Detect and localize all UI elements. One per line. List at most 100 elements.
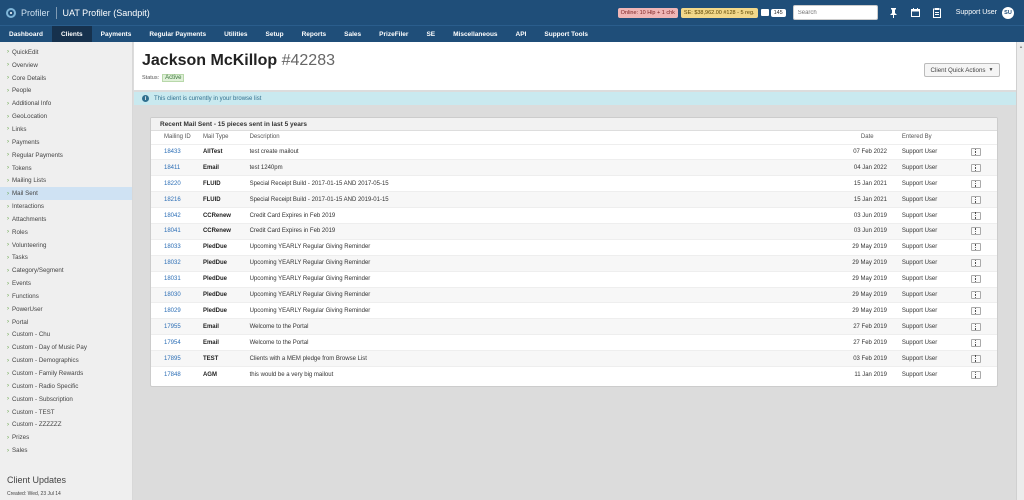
nav-se[interactable]: SE xyxy=(417,26,444,42)
col-mailing-id[interactable]: Mailing ID xyxy=(151,131,203,144)
mailing-id-link[interactable]: 18031 xyxy=(151,270,203,288)
sidebar-item-quickedit[interactable]: › QuickEdit xyxy=(0,46,132,59)
pin-icon[interactable] xyxy=(888,7,899,18)
brand-name[interactable]: Profiler xyxy=(21,8,50,18)
more-vertical-icon[interactable] xyxy=(970,306,981,315)
col-entered-by[interactable]: Entered By xyxy=(892,131,957,144)
sidebar-item-volunteering[interactable]: › Volunteering xyxy=(0,239,132,252)
page-scrollbar[interactable]: ▲ xyxy=(1016,42,1024,500)
more-vertical-icon[interactable] xyxy=(970,147,981,156)
mail-type: Email xyxy=(202,159,250,176)
chevron-right-icon: › xyxy=(7,254,9,261)
sidebar-item-custom-test[interactable]: › Custom - TEST xyxy=(0,406,132,419)
browse-list-icon[interactable] xyxy=(760,9,769,16)
mailing-id-link[interactable]: 18041 xyxy=(151,222,203,240)
more-vertical-icon[interactable] xyxy=(970,259,981,268)
more-vertical-icon[interactable] xyxy=(970,243,981,252)
sidebar-item-custom-zzzzzz[interactable]: › Custom - ZZZZZZ xyxy=(0,418,132,431)
sidebar-item-portal[interactable]: › Portal xyxy=(0,316,132,329)
mailing-id-link[interactable]: 18042 xyxy=(151,207,203,224)
scroll-up-icon[interactable]: ▲ xyxy=(1017,42,1024,50)
mailing-id-link[interactable]: 17895 xyxy=(151,350,203,367)
sidebar-item-custom-family-rewards[interactable]: › Custom - Family Rewards xyxy=(0,367,132,380)
clipboard-icon[interactable] xyxy=(932,7,943,18)
sidebar-item-custom-day-of-music-pay[interactable]: › Custom - Day of Music Pay xyxy=(0,341,132,354)
browse-count[interactable]: 145 xyxy=(770,8,786,17)
more-vertical-icon[interactable] xyxy=(970,290,981,299)
sidebar-item-overview[interactable]: › Overview xyxy=(0,59,132,72)
sidebar-item-sales[interactable]: › Sales xyxy=(0,444,132,457)
more-vertical-icon[interactable] xyxy=(970,370,981,379)
se-badge[interactable]: SE: $38,962.00 #128 - 5 reg. xyxy=(680,7,758,18)
sidebar-item-roles[interactable]: › Roles xyxy=(0,226,132,239)
sidebar-item-poweruser[interactable]: › PowerUser xyxy=(0,303,132,316)
sidebar-item-tokens[interactable]: › Tokens xyxy=(0,162,132,175)
mailing-id-link[interactable]: 18411 xyxy=(151,159,203,176)
browse-list-alert: i This client is currently in your brows… xyxy=(134,92,1016,105)
nav-clients[interactable]: Clients xyxy=(51,26,92,42)
mailing-id-link[interactable]: 18216 xyxy=(151,191,203,208)
search-input[interactable] xyxy=(792,5,878,20)
more-vertical-icon[interactable] xyxy=(970,163,981,172)
mailing-id-link[interactable]: 17954 xyxy=(151,334,203,351)
user-name[interactable]: Support User xyxy=(956,9,997,16)
sidebar-item-attachments[interactable]: › Attachments xyxy=(0,213,132,226)
nav-payments[interactable]: Payments xyxy=(92,26,141,42)
client-quick-actions-button[interactable]: Client Quick Actions ▼ xyxy=(924,63,1000,77)
online-badge[interactable]: Online: 10 Hlp + 1 chk xyxy=(617,7,678,18)
sidebar-item-custom-radio-specific[interactable]: › Custom - Radio Specific xyxy=(0,380,132,393)
calendar-icon[interactable] xyxy=(910,7,921,18)
col-date[interactable]: Date xyxy=(839,131,892,144)
sidebar-item-custom-subscription[interactable]: › Custom - Subscription xyxy=(0,393,132,406)
date: 03 Jun 2019 xyxy=(838,207,892,224)
more-vertical-icon[interactable] xyxy=(970,322,981,331)
nav-reports[interactable]: Reports xyxy=(293,26,336,42)
more-vertical-icon[interactable] xyxy=(970,338,981,347)
more-vertical-icon[interactable] xyxy=(970,211,981,220)
sidebar-item-geolocation[interactable]: › GeoLocation xyxy=(0,110,132,123)
sidebar-item-events[interactable]: › Events xyxy=(0,277,132,290)
nav-dashboard[interactable]: Dashboard xyxy=(0,26,52,42)
nav-sales[interactable]: Sales xyxy=(335,26,370,42)
more-vertical-icon[interactable] xyxy=(970,179,981,188)
more-vertical-icon[interactable] xyxy=(970,227,981,236)
sidebar-item-functions[interactable]: › Functions xyxy=(0,290,132,303)
sidebar-item-mailing-lists[interactable]: › Mailing Lists xyxy=(0,174,132,187)
nav-api[interactable]: API xyxy=(507,26,536,42)
sidebar-item-links[interactable]: › Links xyxy=(0,123,132,136)
col-mail-type[interactable]: Mail Type xyxy=(203,131,250,144)
avatar[interactable]: SU xyxy=(1002,6,1014,19)
sidebar-item-category-segment[interactable]: › Category/Segment xyxy=(0,264,132,277)
caret-down-icon: ▼ xyxy=(988,67,994,73)
more-vertical-icon[interactable] xyxy=(970,354,981,363)
sidebar-item-prizes[interactable]: › Prizes xyxy=(0,431,132,444)
sidebar-item-interactions[interactable]: › Interactions xyxy=(0,200,132,213)
profiler-logo-icon[interactable] xyxy=(6,7,16,18)
sidebar-item-payments[interactable]: › Payments xyxy=(0,136,132,149)
sidebar-item-tasks[interactable]: › Tasks xyxy=(0,252,132,265)
sidebar-item-mail-sent[interactable]: › Mail Sent xyxy=(0,187,132,201)
nav-setup[interactable]: Setup xyxy=(257,26,293,42)
sidebar-item-people[interactable]: › People xyxy=(0,85,132,98)
sidebar-item-core-details[interactable]: › Core Details xyxy=(0,72,132,85)
mailing-id-link[interactable]: 18030 xyxy=(151,286,203,303)
sidebar-item-additional-info[interactable]: › Additional Info xyxy=(0,97,132,110)
mailing-id-link[interactable]: 18033 xyxy=(151,238,203,256)
nav-utilities[interactable]: Utilities xyxy=(215,26,256,42)
sidebar-item-custom-demographics[interactable]: › Custom - Demographics xyxy=(0,354,132,367)
mailing-id-link[interactable]: 18220 xyxy=(151,175,203,192)
mailing-id-link[interactable]: 18032 xyxy=(151,254,203,272)
sidebar-item-regular-payments[interactable]: › Regular Payments xyxy=(0,149,132,162)
mailing-id-link[interactable]: 18029 xyxy=(151,302,203,319)
nav-miscellaneous[interactable]: Miscellaneous xyxy=(444,26,506,42)
more-vertical-icon[interactable] xyxy=(970,195,981,204)
nav-prizefiler[interactable]: PrizeFiler xyxy=(370,26,417,42)
mailing-id-link[interactable]: 18433 xyxy=(151,143,203,160)
nav-support-tools[interactable]: Support Tools xyxy=(535,26,597,42)
mailing-id-link[interactable]: 17848 xyxy=(151,365,203,383)
col-description[interactable]: Description xyxy=(250,131,839,144)
sidebar-item-custom-chu[interactable]: › Custom - Chu xyxy=(0,329,132,342)
nav-regular-payments[interactable]: Regular Payments xyxy=(140,26,215,42)
more-vertical-icon[interactable] xyxy=(970,275,981,284)
mailing-id-link[interactable]: 17955 xyxy=(151,318,203,335)
